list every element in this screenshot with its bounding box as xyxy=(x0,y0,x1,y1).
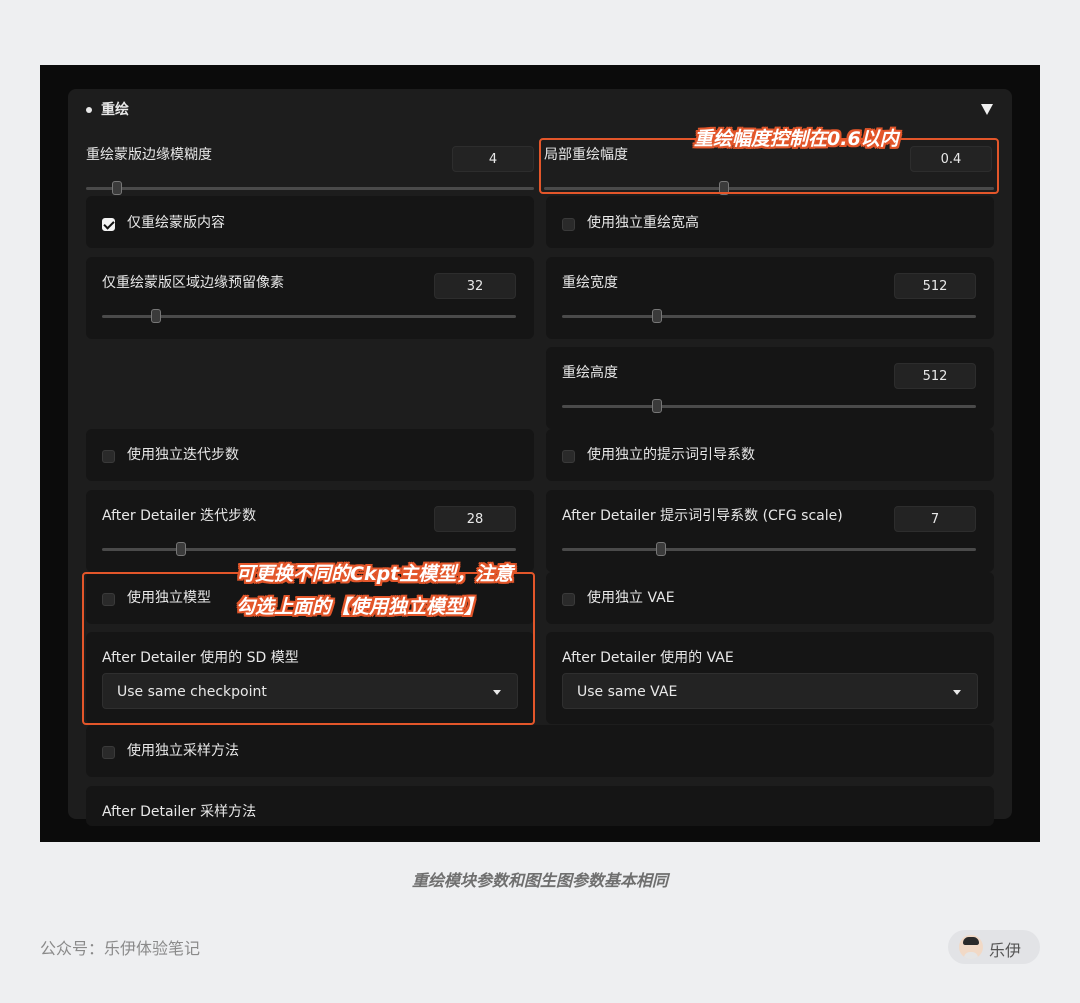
slider-thumb[interactable] xyxy=(150,309,161,323)
separate-steps-card: 使用独立迭代步数 xyxy=(86,429,534,481)
inpaint-padding-slider[interactable] xyxy=(102,315,516,318)
account-label: 公众号：乐伊体验笔记 xyxy=(40,939,201,958)
inpaint-only-masked-card: 仅重绘蒙版内容 xyxy=(86,196,534,248)
separate-steps-label: 使用独立迭代步数 xyxy=(127,447,239,463)
triangle-down-icon[interactable] xyxy=(981,104,993,115)
separate-sampler-checkbox[interactable] xyxy=(102,746,115,759)
person-avatar-icon xyxy=(959,935,983,959)
inpaint-height-input[interactable]: 512 xyxy=(894,363,976,389)
mask-blur-label: 重绘蒙版边缘模糊度 xyxy=(86,147,212,163)
separate-size-label: 使用独立重绘宽高 xyxy=(587,215,699,231)
separate-cfg-label: 使用独立的提示词引导系数 xyxy=(587,447,755,463)
cfg-scale-input[interactable]: 7 xyxy=(894,506,976,532)
separate-vae-label: 使用独立 VAE xyxy=(587,590,675,606)
inpaint-padding-input[interactable]: 32 xyxy=(434,273,516,299)
denoise-annotation: 重绘幅度控制在0.6以内 xyxy=(694,128,899,150)
separate-size-card: 使用独立重绘宽高 xyxy=(546,196,994,248)
slider-thumb[interactable] xyxy=(652,309,663,323)
inpaint-width-card: 重绘宽度 512 xyxy=(546,257,994,339)
separate-cfg-card: 使用独立的提示词引导系数 xyxy=(546,429,994,481)
separate-vae-card: 使用独立 VAE xyxy=(546,572,994,624)
cfg-scale-slider[interactable] xyxy=(562,548,976,551)
separate-steps-checkbox[interactable] xyxy=(102,450,115,463)
separate-size-checkbox[interactable] xyxy=(562,218,575,231)
slider-thumb[interactable] xyxy=(112,181,123,195)
screenshot-frame: 重绘 重绘蒙版边缘模糊度 4 局部重绘幅度 0.4 仅重绘蒙版内容 使用独立重绘… xyxy=(40,65,1040,842)
inpaint-width-input[interactable]: 512 xyxy=(894,273,976,299)
model-annotation-line2: 勾选上面的【使用独立模型】 xyxy=(236,596,484,618)
author-badge[interactable]: 乐伊 xyxy=(948,930,1040,964)
separate-cfg-checkbox[interactable] xyxy=(562,450,575,463)
vae-select[interactable]: Use same VAE xyxy=(562,673,978,709)
mask-blur-slider[interactable] xyxy=(86,187,534,190)
inpaint-only-masked-label: 仅重绘蒙版内容 xyxy=(127,215,225,231)
vae-value: Use same VAE xyxy=(577,684,678,700)
separate-sampler-card: 使用独立采样方法 xyxy=(86,725,994,777)
sampler-card: After Detailer 采样方法 xyxy=(86,786,994,826)
inpaint-height-card: 重绘高度 512 xyxy=(546,347,994,429)
inpaint-height-slider[interactable] xyxy=(562,405,976,408)
section-title: 重绘 xyxy=(101,102,129,118)
inpaint-padding-card: 仅重绘蒙版区域边缘预留像素 32 xyxy=(86,257,534,339)
vae-label: After Detailer 使用的 VAE xyxy=(562,650,734,666)
steps-slider[interactable] xyxy=(102,548,516,551)
steps-card: After Detailer 迭代步数 28 xyxy=(86,490,534,572)
sampler-label: After Detailer 采样方法 xyxy=(102,804,257,820)
chevron-down-icon[interactable] xyxy=(953,690,961,695)
slider-thumb[interactable] xyxy=(175,542,186,556)
inpaint-padding-label: 仅重绘蒙版区域边缘预留像素 xyxy=(102,275,284,291)
steps-input[interactable]: 28 xyxy=(434,506,516,532)
slider-thumb[interactable] xyxy=(656,542,667,556)
inpaint-width-label: 重绘宽度 xyxy=(562,275,618,291)
inpaint-width-slider[interactable] xyxy=(562,315,976,318)
author-name: 乐伊 xyxy=(989,941,1022,960)
separate-vae-checkbox[interactable] xyxy=(562,593,575,606)
steps-label: After Detailer 迭代步数 xyxy=(102,508,257,524)
vae-card: After Detailer 使用的 VAE Use same VAE xyxy=(546,632,994,724)
bullet-dot-icon xyxy=(86,107,92,113)
figure-caption: 重绘模块参数和图生图参数基本相同 xyxy=(411,871,668,890)
inpaint-only-masked-checkbox[interactable] xyxy=(102,218,115,231)
slider-thumb[interactable] xyxy=(652,399,663,413)
inpaint-height-label: 重绘高度 xyxy=(562,365,618,381)
mask-blur-input[interactable]: 4 xyxy=(452,146,534,172)
cfg-scale-card: After Detailer 提示词引导系数 (CFG scale) 7 xyxy=(546,490,994,572)
separate-sampler-label: 使用独立采样方法 xyxy=(127,743,239,759)
section-header[interactable]: 重绘 xyxy=(68,89,1012,129)
model-annotation-line1: 可更换不同的Ckpt主模型，注意 xyxy=(236,563,514,585)
cfg-scale-label: After Detailer 提示词引导系数 (CFG scale) xyxy=(562,508,843,524)
